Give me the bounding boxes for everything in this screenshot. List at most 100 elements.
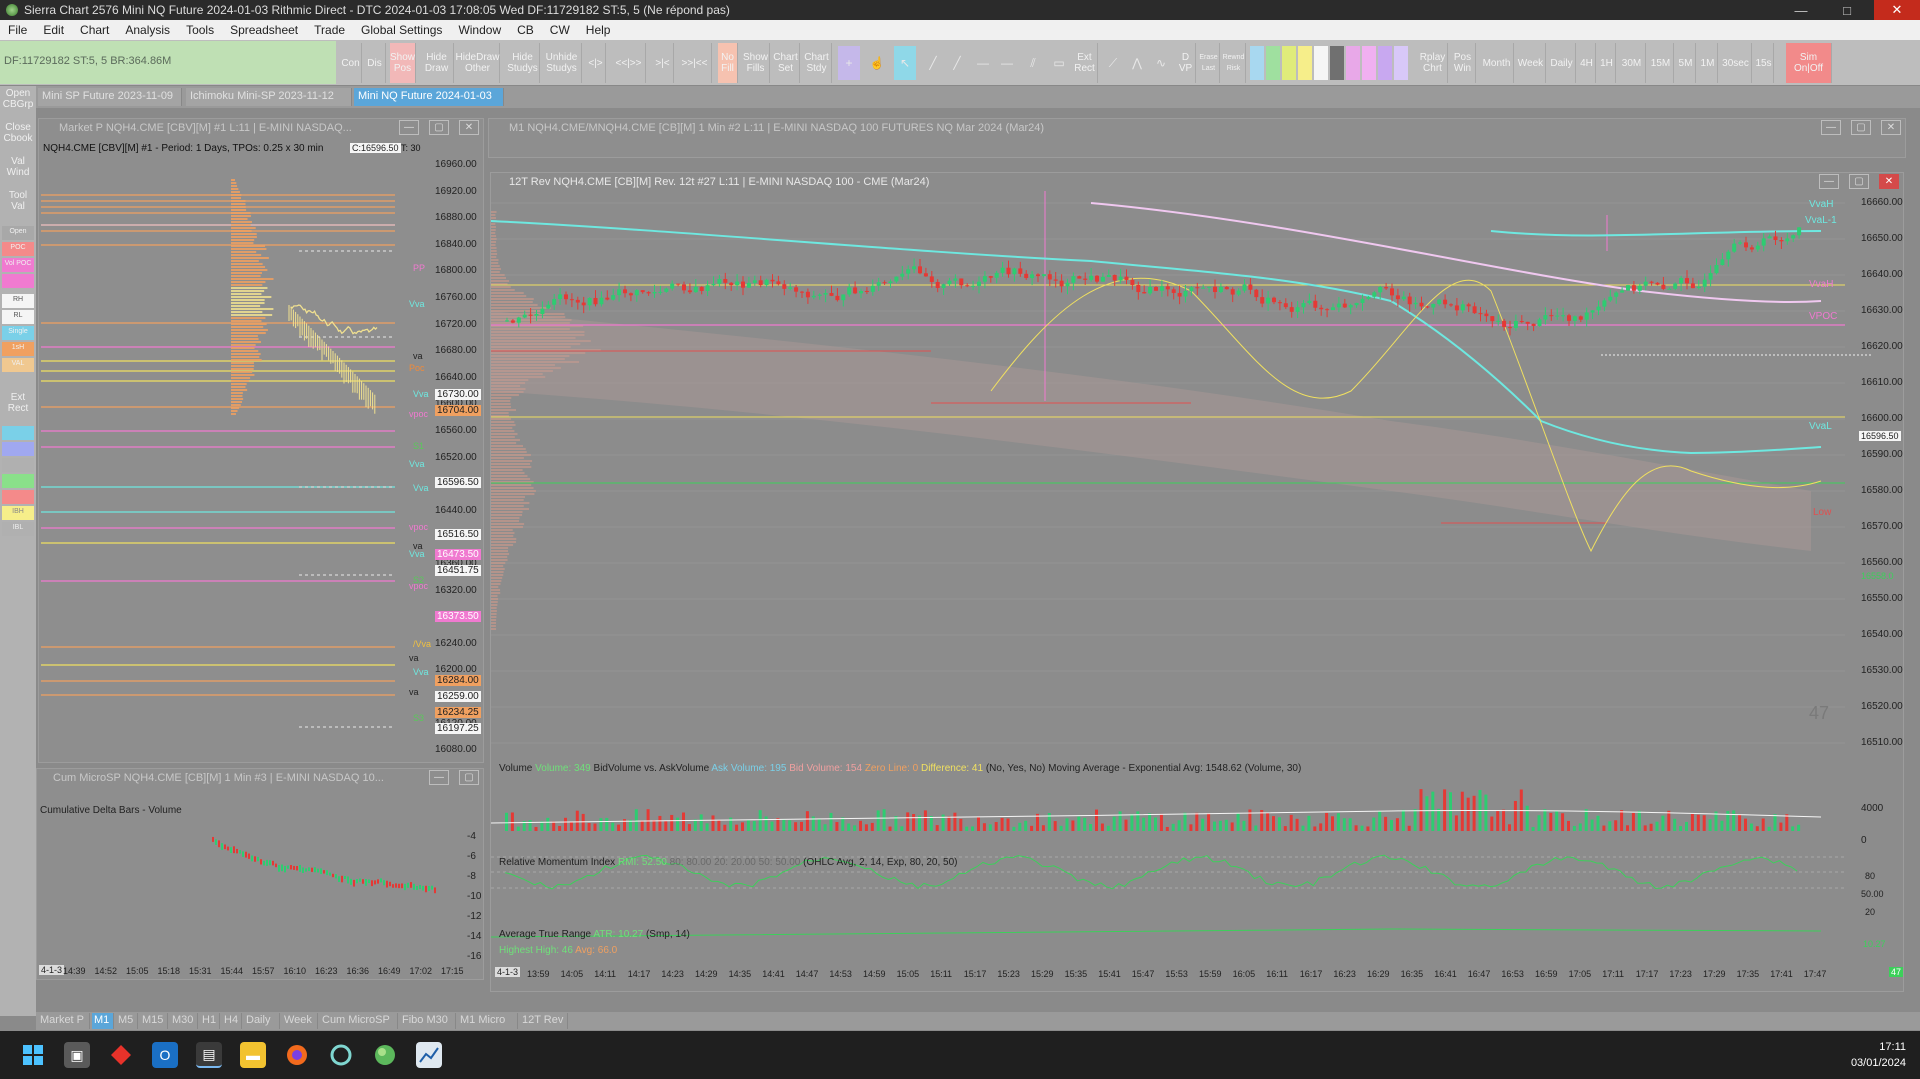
sierra-globe-icon[interactable] (372, 1042, 398, 1068)
no-fill-button[interactable]: No Fill (718, 43, 738, 83)
menu-help[interactable]: Help (578, 23, 619, 37)
app-red-diamond-icon[interactable] (108, 1042, 134, 1068)
menu-trade[interactable]: Trade (306, 23, 353, 37)
firefox-icon[interactable] (284, 1042, 310, 1068)
menu-analysis[interactable]: Analysis (117, 23, 178, 37)
menu-global-settings[interactable]: Global Settings (353, 23, 450, 37)
market-profile-window[interactable]: Market P NQH4.CME [CBV][M] #1 L:11 | E-M… (38, 118, 484, 782)
file-explorer-icon[interactable]: ▬ (240, 1042, 266, 1068)
main-maximize-icon[interactable]: ▢ (1849, 174, 1869, 189)
tf-30sec-button[interactable]: 30sec (1720, 43, 1752, 83)
minimize-button[interactable]: — (1778, 0, 1824, 20)
hline-tool-icon[interactable]: — (972, 46, 994, 80)
erase-last-button[interactable]: Erase Last (1198, 43, 1220, 83)
leftbar-volpoc2-tag[interactable] (2, 274, 34, 288)
leftbar-volpoc-tag[interactable]: Vol POC (2, 258, 34, 272)
leftbar-swatch-cyan[interactable] (2, 426, 34, 440)
hide-studys-button[interactable]: Hide Studys (506, 43, 540, 83)
show-fills-button[interactable]: Show Fills (742, 43, 770, 83)
hide-draw-button[interactable]: Hide Draw (420, 43, 454, 83)
close-button[interactable]: ✕ (1874, 0, 1920, 20)
tf-1m-button[interactable]: 1M (1698, 43, 1718, 83)
rectangle-tool-icon[interactable]: ▭ (1048, 46, 1070, 80)
price-chart[interactable] (491, 191, 1905, 991)
color-swatch-gray-icon[interactable] (1330, 46, 1344, 80)
cd-maximize-icon[interactable]: ▢ (459, 770, 479, 785)
leftbar-swatch-blue[interactable] (2, 442, 34, 456)
btab-h4[interactable]: H4 (222, 1013, 242, 1029)
btab-h1[interactable]: H1 (200, 1013, 220, 1029)
main-minimize-icon[interactable]: — (1819, 174, 1839, 189)
mp-minimize-icon[interactable]: — (399, 120, 419, 135)
tf-week-button[interactable]: Week (1516, 43, 1546, 83)
color-swatch-purple-icon[interactable] (1378, 46, 1392, 80)
pointer-icon[interactable]: ↖ (894, 46, 916, 80)
leftbar-open-tag[interactable]: Open (2, 226, 34, 240)
chart-study-button[interactable]: Chart Stdy (802, 43, 832, 83)
scroll-in-wide-button[interactable]: >>|<< (678, 43, 712, 83)
ext-rect-button[interactable]: Ext Rect (1072, 43, 1098, 83)
mp-maximize-icon[interactable]: ▢ (429, 120, 449, 135)
line-tool-icon[interactable]: ╱ (922, 46, 944, 80)
ext-rect-left-button[interactable]: Ext Rect (2, 392, 34, 414)
leftbar-poc-tag[interactable]: POC (2, 242, 34, 256)
m1-maximize-icon[interactable]: ▢ (1851, 120, 1871, 135)
leftbar-ibh-tag[interactable]: IBH (2, 506, 34, 520)
parallel-lines-icon[interactable]: ⫽ (1022, 46, 1044, 80)
main-close-icon[interactable]: ✕ (1879, 174, 1899, 189)
tf-15s-button[interactable]: 15s (1754, 43, 1774, 83)
wave-tool-icon[interactable]: ∿ (1150, 46, 1172, 80)
leftbar-ibl-tag[interactable]: IBL (2, 522, 34, 536)
mp-close-icon[interactable]: ✕ (459, 120, 479, 135)
color-swatch-blue-icon[interactable] (1250, 46, 1264, 80)
btab-market-p[interactable]: Market P (38, 1013, 90, 1029)
pos-win-button[interactable]: Pos Win (1450, 43, 1476, 83)
tab-mini-nq[interactable]: Mini NQ Future 2024-01-03 (354, 88, 504, 106)
cum-delta-chart[interactable] (37, 815, 485, 965)
outlook-icon[interactable]: O (152, 1042, 178, 1068)
leftbar-1sh-tag[interactable]: 1sH (2, 342, 34, 356)
sierra-chart-taskbar-icon[interactable]: ▤ (196, 1042, 222, 1068)
tab-ichimoku[interactable]: Ichimoku Mini-SP 2023-11-12 (186, 88, 352, 106)
btab-12t-rev[interactable]: 12T Rev (520, 1013, 568, 1029)
leftbar-single-tag[interactable]: Single (2, 326, 34, 340)
btab-daily[interactable]: Daily (244, 1013, 280, 1029)
btab-fibo-m30[interactable]: Fibo M30 (400, 1013, 456, 1029)
menu-tools[interactable]: Tools (178, 23, 222, 37)
tf-daily-button[interactable]: Daily (1548, 43, 1576, 83)
tab-mini-sp[interactable]: Mini SP Future 2023-11-09 (38, 88, 182, 106)
tf-30m-button[interactable]: 30M (1618, 43, 1646, 83)
ray-tool-icon[interactable]: ╱ (946, 46, 968, 80)
val-wind-button[interactable]: Val Wind (2, 156, 34, 178)
menu-spreadsheet[interactable]: Spreadsheet (222, 23, 306, 37)
color-swatch-lavender-icon[interactable] (1394, 46, 1408, 80)
color-swatch-white-icon[interactable] (1314, 46, 1328, 80)
replay-chart-button[interactable]: Rplay Chrt (1418, 43, 1448, 83)
show-pos-button[interactable]: Show Pos (390, 43, 416, 83)
btab-cum-microsp[interactable]: Cum MicroSP (320, 1013, 398, 1029)
menu-chart[interactable]: Chart (72, 23, 117, 37)
d-vp-button[interactable]: D VP (1176, 43, 1196, 83)
cd-minimize-icon[interactable]: — (429, 770, 449, 785)
leftbar-swatch-red[interactable] (2, 490, 34, 504)
chart-set-button[interactable]: Chart Set (772, 43, 800, 83)
sim-toggle-button[interactable]: Sim On|Off (1786, 43, 1832, 83)
app-circle-icon[interactable] (328, 1042, 354, 1068)
close-cbook-button[interactable]: Close Cbook (2, 122, 34, 144)
extended-line-icon[interactable]: — (996, 46, 1018, 80)
menu-cw[interactable]: CW (542, 23, 578, 37)
scroll-center-button[interactable]: <|> (586, 43, 606, 83)
taskbar-clock[interactable]: 17:11 03/01/2024 (1851, 1039, 1906, 1071)
fib-tool-icon[interactable]: ⟋ (1102, 46, 1124, 80)
btab-m15[interactable]: M15 (140, 1013, 168, 1029)
tool-val-button[interactable]: Tool Val (2, 190, 34, 212)
maximize-button[interactable]: □ (1824, 0, 1870, 20)
disconnect-button[interactable]: Dis (364, 43, 386, 83)
m1-close-icon[interactable]: ✕ (1881, 120, 1901, 135)
color-swatch-magenta-icon[interactable] (1362, 46, 1376, 80)
color-swatch-green-icon[interactable] (1266, 46, 1280, 80)
btab-m1[interactable]: M1 (92, 1013, 114, 1029)
tf-1h-button[interactable]: 1H (1598, 43, 1616, 83)
scroll-in-button[interactable]: >|< (652, 43, 674, 83)
crosshair-icon[interactable]: + (838, 46, 860, 80)
